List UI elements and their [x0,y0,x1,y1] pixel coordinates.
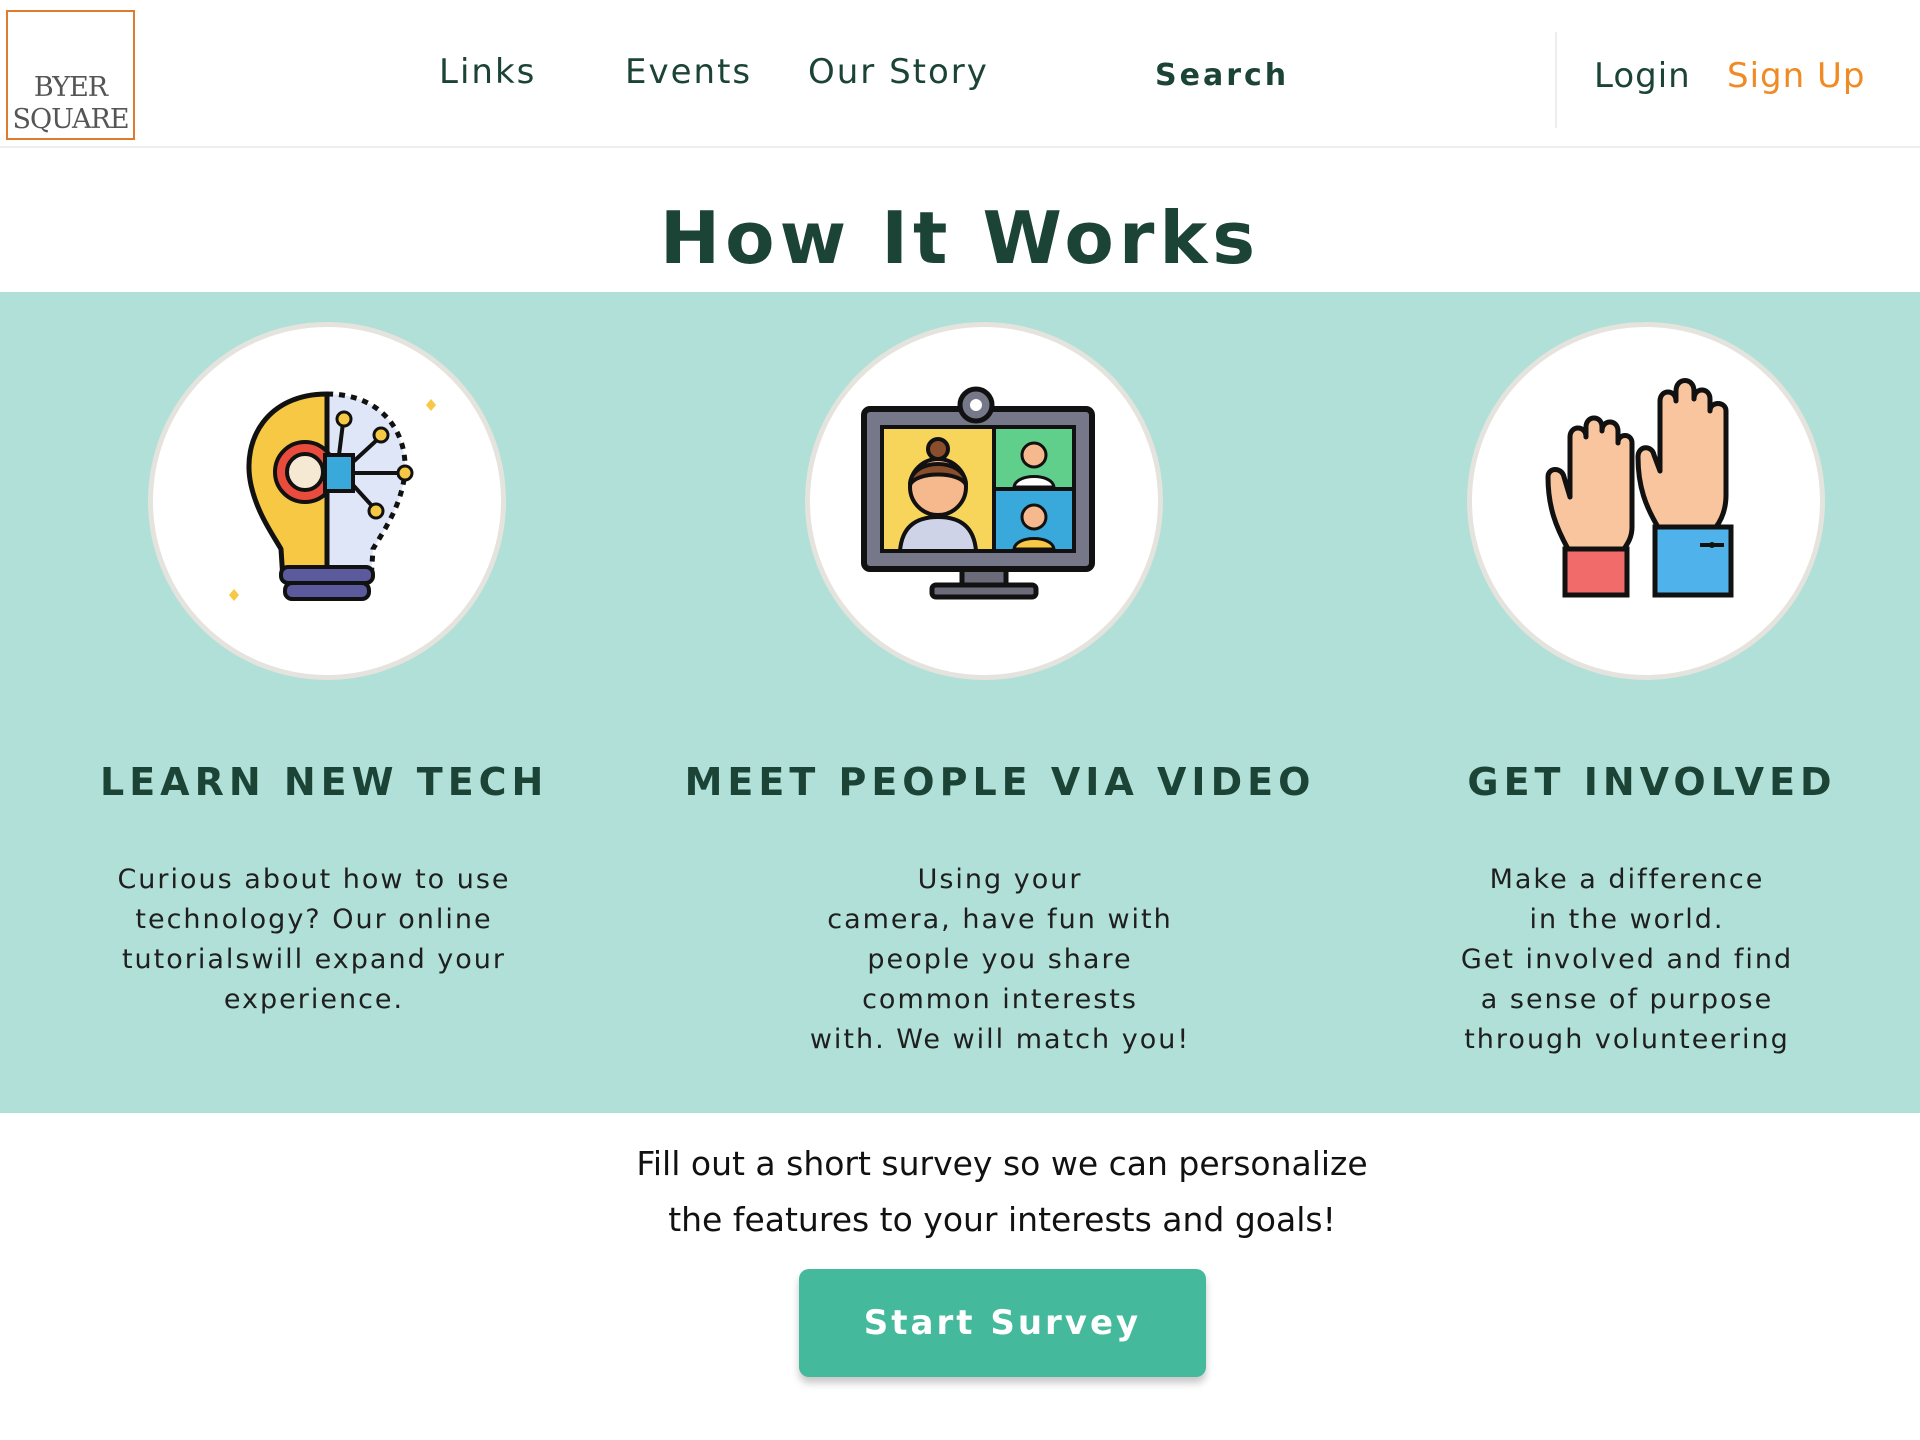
raised-hands-icon [1545,378,1734,598]
logo-line-1: BYER [33,72,108,103]
nav-link-our-story[interactable]: Our Story [808,52,989,92]
logo-line-2: SQUARE [12,104,129,135]
feature-involved-icon-circle [1467,322,1825,680]
search-link[interactable]: Search [1155,58,1289,93]
feature-text-video: Using your camera, have fun with people … [809,864,1191,1055]
video-call-monitor-icon [861,386,1095,600]
header-divider [1555,32,1557,128]
page-title: How It Works [659,196,1261,280]
feature-text-involved: Make a difference in the world. Get invo… [1460,864,1794,1055]
feature-title-video: MEET PEOPLE VIA VIDEO [684,760,1316,804]
feature-title-learn: LEARN NEW TECH [100,760,549,804]
feature-learn-icon-circle [148,322,506,680]
sign-up-link[interactable]: Sign Up [1727,56,1865,96]
lightbulb-gear-icon [229,391,443,601]
nav-link-events[interactable]: Events [625,52,752,92]
survey-prompt-text: Fill out a short survey so we can person… [636,1144,1368,1239]
feature-title-involved: GET INVOLVED [1467,760,1837,804]
feature-video-icon-circle [805,322,1163,680]
login-link[interactable]: Login [1594,56,1691,96]
site-header: BYER SQUARE Links Events Our Story Searc… [0,0,1920,148]
byer-square-logo[interactable]: BYER SQUARE [6,10,135,140]
start-survey-button[interactable]: Start Survey [799,1269,1206,1377]
nav-link-links[interactable]: Links [439,52,536,92]
features-section: LEARN NEW TECH Curious about how to use … [0,292,1920,1113]
feature-text-learn: Curious about how to use technology? Our… [117,864,511,1015]
